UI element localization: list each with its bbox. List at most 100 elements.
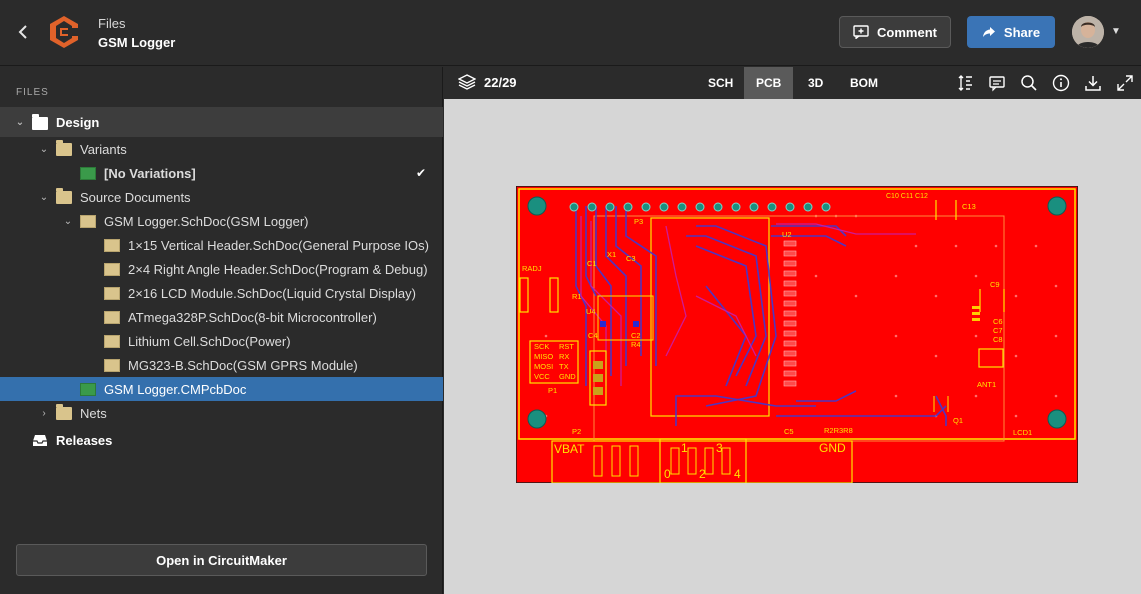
tree-item-label: 2×4 Right Angle Header.SchDoc(Program & … (128, 261, 428, 277)
breadcrumb-files[interactable]: Files (98, 16, 125, 31)
tree-item-label: MG323-B.SchDoc(GSM GPRS Module) (128, 357, 358, 373)
folder-icon (56, 140, 72, 156)
open-in-circuitmaker-button[interactable]: Open in CircuitMaker (16, 544, 427, 576)
back-arrow-icon[interactable] (14, 22, 34, 42)
tree-item-releases[interactable]: Releases (0, 425, 443, 455)
share-button-label: Share (1003, 24, 1041, 40)
tree-item-header-15[interactable]: 1×15 Vertical Header.SchDoc(General Purp… (0, 233, 443, 257)
comments-icon[interactable] (988, 74, 1006, 92)
layer-count: 22/29 (484, 74, 517, 90)
tree-item-lithium-cell[interactable]: Lithium Cell.SchDoc(Power) (0, 329, 443, 353)
label-rx: RX (559, 352, 569, 361)
label-u2: U2 (782, 230, 792, 239)
label-r4: R4 (631, 340, 641, 349)
document-viewer: 22/29 SCH PCB 3D BOM VBAT GND 1 3 0 2 4 … (444, 67, 1141, 594)
label-tx: TX (559, 362, 569, 371)
inbox-icon (33, 435, 47, 446)
label-gnd: GND (819, 441, 846, 455)
tree-item-label: Releases (56, 432, 113, 448)
tree-item-no-variations[interactable]: [No Variations] ✔ (0, 161, 443, 185)
label-miso: MISO (534, 352, 553, 361)
tree-item-lcd-module[interactable]: 2×16 LCD Module.SchDoc(Liquid Crystal Di… (0, 281, 443, 305)
label-sck: SCK (534, 342, 549, 351)
folder-icon (32, 114, 48, 130)
label-3: 3 (716, 441, 723, 455)
label-c3: C3 (626, 254, 636, 263)
app-header: Files GSM Logger Comment Share ▼ (0, 0, 1141, 66)
label-c6: C6 (993, 317, 1003, 326)
schematic-doc-icon (104, 263, 120, 276)
folder-icon (56, 404, 72, 420)
avatar-menu-caret-icon[interactable]: ▼ (1111, 26, 1121, 37)
label-vbat: VBAT (554, 442, 585, 456)
label-top-caps: C10 C11 C12 (886, 193, 928, 200)
tree-item-label: GSM Logger.SchDoc(GSM Logger) (104, 213, 309, 229)
tab-3d[interactable]: 3D (796, 67, 835, 99)
label-mosi: MOSI (534, 362, 553, 371)
label-c8: C8 (993, 335, 1003, 344)
pcb-board-icon (80, 383, 96, 396)
layers-control[interactable]: 22/29 (458, 74, 517, 90)
label-vcc: VCC (534, 372, 550, 381)
label-x1: X1 (607, 250, 616, 259)
tab-pcb[interactable]: PCB (744, 67, 794, 99)
info-icon[interactable] (1052, 74, 1070, 92)
label-c2: C2 (631, 331, 641, 340)
chevron-down-icon[interactable]: ⌄ (62, 215, 74, 227)
share-button[interactable]: Share (967, 16, 1055, 48)
tree-item-label: Nets (80, 405, 107, 421)
label-p3: P3 (634, 217, 643, 226)
tree-item-nets[interactable]: › Nets (0, 401, 443, 425)
measure-icon[interactable] (956, 74, 974, 92)
tree-item-label: Design (56, 114, 100, 130)
tree-item-label: Source Documents (80, 189, 191, 205)
label-c13: C13 (962, 202, 976, 211)
search-icon[interactable] (1020, 74, 1038, 92)
tree-item-variants[interactable]: ⌄ Variants (0, 137, 443, 161)
schematic-doc-icon (104, 287, 120, 300)
pcb-board-render[interactable]: VBAT GND 1 3 0 2 4 P1 P2 P3 U2 U4 RADJ R… (516, 186, 1078, 483)
comment-add-icon (853, 25, 869, 39)
schematic-doc-icon (80, 215, 96, 228)
label-4: 4 (734, 467, 741, 481)
tree-item-label: GSM Logger.CMPcbDoc (104, 381, 247, 397)
label-p1: P1 (548, 386, 557, 395)
chevron-down-icon[interactable]: ⌄ (38, 191, 50, 203)
label-lcd1: LCD1 (1013, 428, 1032, 437)
label-c1: C1 (587, 259, 597, 268)
tree-item-header-2x4[interactable]: 2×4 Right Angle Header.SchDoc(Program & … (0, 257, 443, 281)
tree-item-gsm-logger-pcbdoc[interactable]: GSM Logger.CMPcbDoc (0, 377, 443, 401)
tab-sch[interactable]: SCH (696, 67, 745, 99)
tree-item-mg323[interactable]: MG323-B.SchDoc(GSM GPRS Module) (0, 353, 443, 377)
avatar-portrait-icon (1072, 16, 1104, 48)
schematic-doc-icon (104, 311, 120, 324)
label-gnd-p1: GND (559, 372, 576, 381)
tree-item-design[interactable]: ⌄ Design (0, 107, 443, 137)
label-p2: P2 (572, 427, 581, 436)
fullscreen-icon[interactable] (1116, 74, 1134, 92)
label-r2r3r8: R2R3R8 (824, 426, 853, 435)
label-q1: Q1 (953, 416, 963, 425)
user-avatar[interactable] (1072, 16, 1104, 48)
tree-item-gsm-logger-schdoc[interactable]: ⌄ GSM Logger.SchDoc(GSM Logger) (0, 209, 443, 233)
tree-item-label: 1×15 Vertical Header.SchDoc(General Purp… (128, 237, 429, 253)
tab-bom[interactable]: BOM (838, 67, 890, 99)
folder-icon (56, 188, 72, 204)
files-sidebar: FILES ⌄ Design ⌄ Variants [No Variations… (0, 67, 443, 594)
label-c4: C4 (588, 331, 598, 340)
chevron-down-icon[interactable]: ⌄ (38, 143, 50, 155)
download-icon[interactable] (1084, 74, 1102, 92)
tree-item-atmega[interactable]: ATmega328P.SchDoc(8-bit Microcontroller) (0, 305, 443, 329)
chevron-down-icon[interactable]: ⌄ (14, 116, 26, 128)
page-title: GSM Logger (98, 35, 176, 50)
chevron-right-icon[interactable]: › (38, 407, 50, 419)
circuitmaker-logo-icon (50, 16, 78, 48)
comment-button[interactable]: Comment (839, 16, 951, 48)
tree-item-label: Lithium Cell.SchDoc(Power) (128, 333, 291, 349)
tree-item-label: 2×16 LCD Module.SchDoc(Liquid Crystal Di… (128, 285, 416, 301)
label-2: 2 (699, 467, 706, 481)
label-0: 0 (664, 467, 671, 481)
tree-item-label: Variants (80, 141, 127, 157)
layers-icon (458, 74, 476, 90)
tree-item-source-documents[interactable]: ⌄ Source Documents (0, 185, 443, 209)
